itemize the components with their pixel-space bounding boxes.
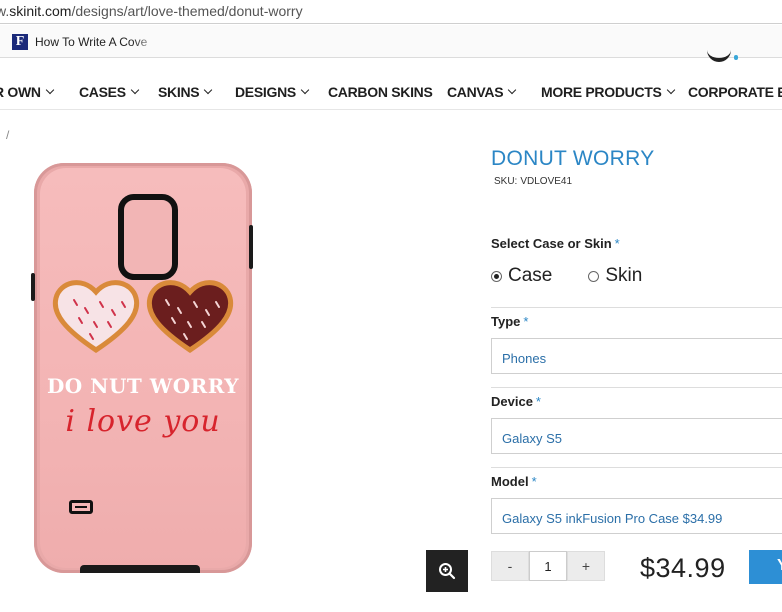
nav-item-carbon-skins[interactable]: CARBON SKINS — [328, 84, 433, 100]
qty-decrement-button[interactable]: - — [491, 551, 529, 581]
camera-cutout — [118, 194, 178, 280]
product-title: DONUT WORRY — [491, 147, 655, 170]
device-label: Device * — [491, 394, 541, 409]
product-sku: SKU: VDLOVE41 — [494, 176, 573, 187]
model-label: Model * — [491, 474, 537, 489]
nav-item-corporate[interactable]: CORPORATE BR — [688, 84, 782, 100]
skin-radio-label[interactable]: Skin — [605, 265, 642, 287]
case-print-title: DO NUT WORRY — [46, 374, 240, 398]
donut-hearts-graphic — [52, 280, 234, 354]
bookmark-item[interactable]: F How To Write A Cove — [12, 33, 162, 51]
case-or-skin-options: Case Skin — [491, 265, 642, 287]
type-label: Type * — [491, 314, 529, 329]
nav-item-canvas[interactable]: CANVAS — [447, 84, 517, 100]
case-print-script: i love you — [65, 404, 221, 439]
add-to-cart-button[interactable]: Y — [749, 550, 782, 584]
bookmark-label: How To Write A Cove — [35, 35, 148, 49]
address-bar[interactable]: w.skinit.com/designs/art/love-themed/don… — [0, 0, 782, 24]
zoom-in-icon — [439, 563, 456, 580]
zoom-button[interactable] — [426, 550, 468, 592]
nav-item-create-your-own[interactable]: R OWN — [0, 84, 54, 100]
case-or-skin-label: Select Case or Skin * — [491, 236, 620, 251]
quantity-stepper: - 1 + — [491, 551, 605, 581]
main-nav: R OWN CASES SKINS DESIGNS CARBON SKINS C… — [0, 74, 782, 110]
nav-item-cases[interactable]: CASES — [79, 84, 139, 100]
device-select[interactable]: Galaxy S5 — [491, 418, 782, 454]
bookmarks-bar: F How To Write A Cove — [0, 25, 782, 58]
product-price: $34.99 — [640, 553, 726, 583]
chevron-down-icon — [300, 85, 310, 95]
case-radio-label[interactable]: Case — [508, 265, 552, 287]
type-select[interactable]: Phones — [491, 338, 782, 374]
chevron-down-icon — [45, 85, 54, 95]
cart-icon[interactable] — [703, 55, 738, 62]
skin-radio[interactable] — [588, 270, 600, 282]
chevron-down-icon — [204, 85, 213, 95]
chevron-down-icon — [130, 85, 139, 95]
charging-port-cutout — [69, 500, 93, 514]
model-select[interactable]: Galaxy S5 inkFusion Pro Case $34.99 — [491, 498, 782, 534]
chevron-down-icon — [508, 85, 517, 95]
qty-increment-button[interactable]: + — [567, 551, 605, 581]
chevron-down-icon — [666, 85, 675, 95]
case-radio[interactable] — [491, 270, 502, 282]
product-image[interactable]: DO NUT WORRY i love you — [31, 163, 253, 573]
qty-input[interactable]: 1 — [529, 551, 567, 581]
nav-item-more-products[interactable]: MORE PRODUCTS — [541, 84, 675, 100]
breadcrumb: / — [6, 128, 10, 142]
bookmark-favicon-icon: F — [12, 34, 28, 50]
url-text[interactable]: w.skinit.com/designs/art/love-themed/don… — [0, 3, 303, 19]
nav-item-skins[interactable]: SKINS — [158, 84, 213, 100]
nav-item-designs[interactable]: DESIGNS — [235, 84, 310, 100]
